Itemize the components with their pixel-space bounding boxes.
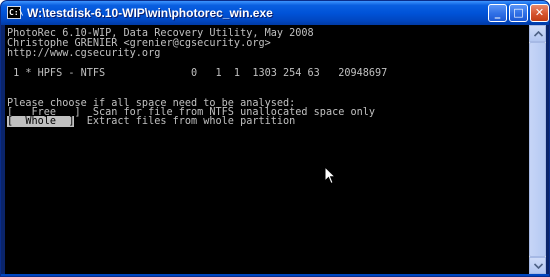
console-area[interactable]: PhotoRec 6.10-WIP, Data Recovery Utility… (5, 25, 529, 274)
scroll-up-arrow-icon (534, 31, 543, 37)
close-button[interactable]: ✕ (530, 4, 549, 22)
option-whole-description: Extract files from whole partition (74, 116, 296, 127)
option-whole-row[interactable]: [ Whole ] Extract files from whole parti… (7, 116, 295, 127)
title-bar[interactable]: C:\ W:\testdisk-6.10-WIP\win\photorec_wi… (1, 1, 549, 25)
scroll-down-button[interactable] (529, 257, 546, 274)
console-app-icon[interactable]: C:\ (7, 6, 24, 19)
option-whole-button[interactable]: [ Whole ] (7, 116, 75, 127)
scroll-up-button[interactable] (529, 25, 546, 42)
scroll-down-arrow-icon (534, 263, 543, 269)
header-line-3: http://www.cgsecurity.org (7, 48, 161, 59)
minimize-button[interactable]: _ (488, 4, 507, 22)
window-title: W:\testdisk-6.10-WIP\win\photorec_win.ex… (27, 6, 273, 20)
app-icon-glyph: C:\ (9, 8, 24, 17)
console-window: C:\ W:\testdisk-6.10-WIP\win\photorec_wi… (0, 0, 550, 277)
mouse-pointer-icon (324, 166, 336, 185)
vertical-scrollbar[interactable] (529, 25, 546, 274)
partition-line: 1 * HPFS - NTFS 0 1 1 1303 254 63 209486… (7, 68, 388, 79)
maximize-button[interactable]: □ (509, 4, 528, 22)
scrollbar-thumb[interactable] (529, 42, 546, 257)
